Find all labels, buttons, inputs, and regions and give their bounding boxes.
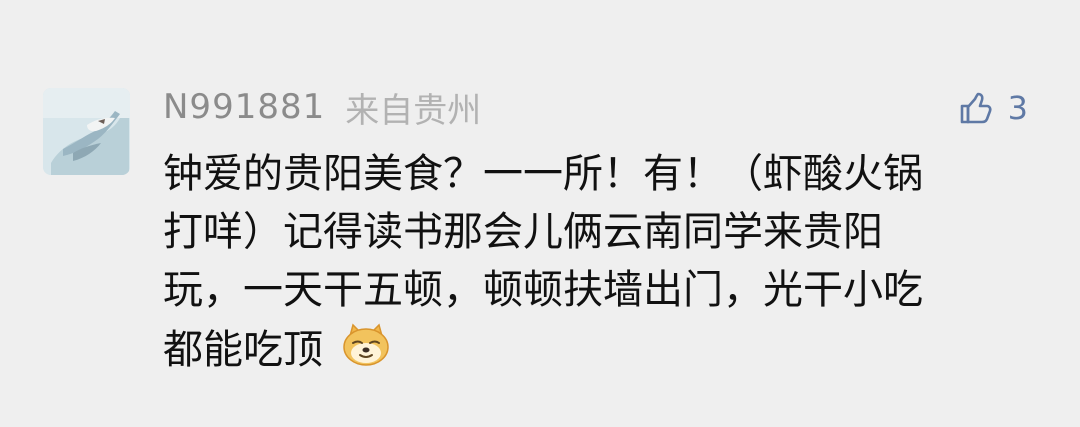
- comment-line: 玩，一天干五顿，顿顿扶墙出门，光干小吃: [163, 267, 923, 313]
- avatar[interactable]: [43, 88, 130, 175]
- comment-card: N991881 来自贵州 3 钟爱的贵阳美食？一一所！有！（虾酸火锅 打咩）记得…: [0, 0, 1080, 427]
- avatar-image: [43, 88, 130, 175]
- like-button[interactable]: 3: [954, 84, 1028, 132]
- thumbs-up-icon: [954, 88, 994, 128]
- comment-body: 钟爱的贵阳美食？一一所！有！（虾酸火锅 打咩）记得读书那会儿俩云南同学来贵阳 玩…: [163, 145, 1023, 377]
- comment-line: 打咩）记得读书那会儿俩云南同学来贵阳: [163, 209, 883, 255]
- comment-line: 钟爱的贵阳美食？一一所！有！（虾酸火锅: [163, 151, 923, 197]
- location-label: 来自贵州: [345, 90, 482, 131]
- comment-header: N991881 来自贵州: [163, 82, 481, 132]
- comment-line-text: 都能吃顶: [163, 327, 323, 373]
- username[interactable]: N991881: [163, 87, 325, 127]
- like-count: 3: [1007, 89, 1028, 127]
- doge-emoji-icon: [340, 319, 392, 371]
- comment-line-last: 都能吃顶: [163, 319, 1023, 377]
